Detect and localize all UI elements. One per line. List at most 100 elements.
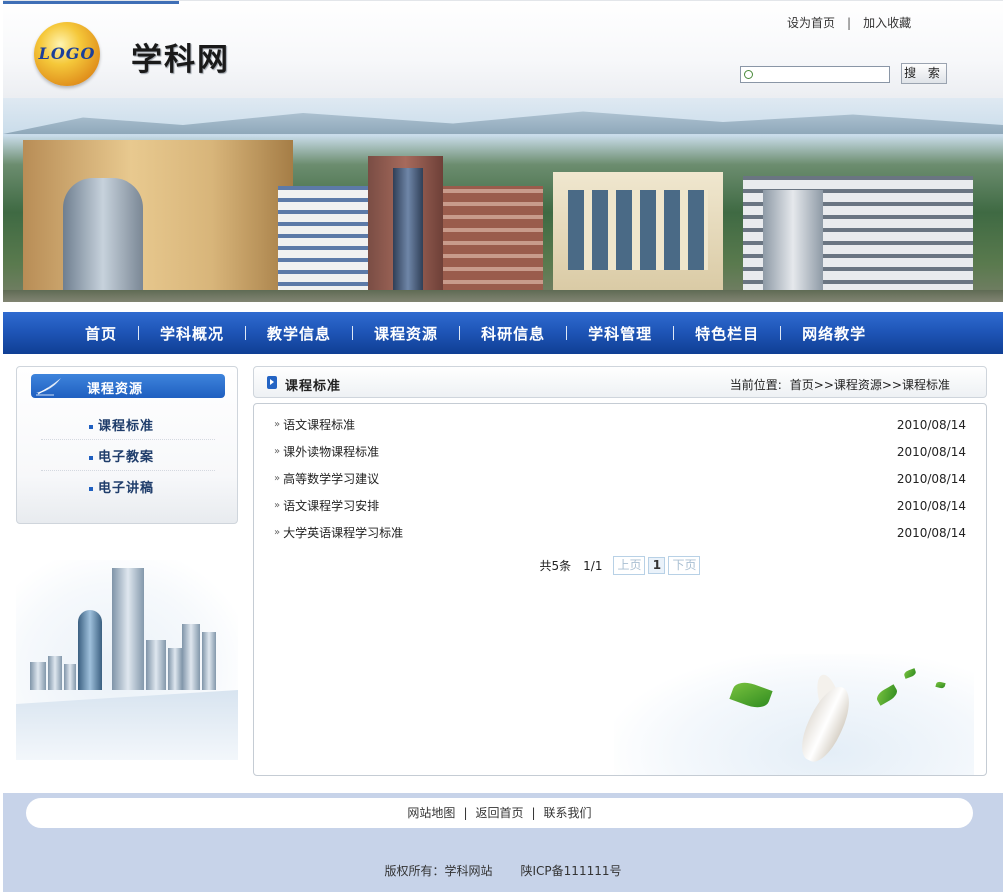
city-plaza <box>16 690 238 760</box>
pagination: 共5条 1/1 上页 1 下页 <box>254 556 986 575</box>
breadcrumb-label: 当前位置: <box>729 378 782 392</box>
bullet-icon <box>89 424 93 429</box>
list-item: » 大学英语课程学习标准 2010/08/14 <box>274 519 968 546</box>
nav-list: 首页 学科概况 教学信息 课程资源 科研信息 学科管理 特色栏目 网络教学 <box>64 312 887 354</box>
header: LOGO 学科网 设为首页 | 加入收藏 搜 索 <box>3 0 1003 98</box>
footer: 网站地图 | 返回首页 | 联系我们 版权所有：学科网站 陕ICP备111111号 <box>3 793 1003 892</box>
nav-item: 课程资源 <box>352 323 459 344</box>
sidebar-item-e-lesson-plans[interactable]: 电子教案 <box>41 440 215 471</box>
banner-bottom-edge <box>3 302 1003 306</box>
prev-page-button[interactable]: 上页 <box>613 556 646 575</box>
site-title: 学科网 <box>131 42 230 78</box>
sidebar-panel: 课程资源 课程标准 电子教案 电子讲稿 <box>16 366 238 524</box>
article-title-wrap: » 课外读物课程标准 <box>274 443 379 460</box>
footer-contact-link[interactable]: 联系我们 <box>544 806 592 820</box>
banner-building <box>763 190 823 306</box>
tower <box>78 610 102 690</box>
add-favorite-link[interactable]: 加入收藏 <box>863 16 911 30</box>
nav-item: 学科管理 <box>566 323 673 344</box>
list-item: » 高等数学学习建议 2010/08/14 <box>274 465 968 492</box>
site-logo[interactable]: LOGO <box>34 22 100 86</box>
article-title-wrap: » 大学英语课程学习标准 <box>274 524 403 541</box>
pagination-total: 共5条 <box>539 559 572 573</box>
leaf-icon <box>935 680 946 690</box>
leaf-icon <box>903 668 917 679</box>
main-nav: 首页 学科概况 教学信息 课程资源 科研信息 学科管理 特色栏目 网络教学 <box>3 312 1003 354</box>
sidebar-item-e-lectures[interactable]: 电子讲稿 <box>41 471 215 502</box>
content-box: » 语文课程标准 2010/08/14 » 课外读物课程标准 2010/08/14 … <box>253 403 987 776</box>
tower <box>64 664 76 690</box>
sidebar-item-label[interactable]: 课程标准 <box>98 415 154 434</box>
article-link[interactable]: 课外读物课程标准 <box>283 443 379 460</box>
article-list: » 语文课程标准 2010/08/14 » 课外读物课程标准 2010/08/14 … <box>274 411 968 546</box>
pagination-page: 1/1 <box>583 558 603 573</box>
article-link[interactable]: 大学英语课程学习标准 <box>283 524 403 541</box>
sidebar-list: 课程标准 电子教案 电子讲稿 <box>41 409 215 502</box>
leaf-icon <box>729 678 773 712</box>
banner-building <box>278 186 373 306</box>
nav-teaching-info[interactable]: 教学信息 <box>246 323 352 344</box>
footer-home-link[interactable]: 返回首页 <box>475 806 523 820</box>
set-homepage-link[interactable]: 设为首页 <box>787 16 835 30</box>
sidebar-item-course-standards[interactable]: 课程标准 <box>41 409 215 440</box>
banner-building <box>393 168 423 306</box>
arrow-box-icon <box>267 376 277 389</box>
nav-item: 学科概况 <box>138 323 245 344</box>
tower <box>112 568 144 690</box>
nav-course-resources[interactable]: 课程资源 <box>353 323 459 344</box>
banner-building <box>443 186 543 306</box>
search-input[interactable] <box>755 67 887 82</box>
article-date: 2010/08/14 <box>896 525 966 540</box>
bullet-icon <box>89 455 93 460</box>
banner-building <box>63 178 143 296</box>
article-link[interactable]: 高等数学学习建议 <box>283 470 379 487</box>
article-date: 2010/08/14 <box>896 417 966 432</box>
nav-research-info[interactable]: 科研信息 <box>460 323 566 344</box>
search-button[interactable]: 搜 索 <box>901 63 947 84</box>
top-links: 设为首页 | 加入收藏 <box>787 14 911 31</box>
tower <box>146 640 166 690</box>
footer-sitemap-link[interactable]: 网站地图 <box>407 806 455 820</box>
article-title-wrap: » 语文课程学习安排 <box>274 497 379 514</box>
sidebar-item-label[interactable]: 电子讲稿 <box>98 477 154 496</box>
header-accent-line <box>3 1 179 4</box>
next-page-button[interactable]: 下页 <box>668 556 701 575</box>
nav-home[interactable]: 首页 <box>64 323 138 344</box>
nav-item: 教学信息 <box>245 323 352 344</box>
banner-mountains <box>3 111 1003 134</box>
article-title-wrap: » 高等数学学习建议 <box>274 470 379 487</box>
icp-number: 陕ICP备111111号 <box>520 864 622 878</box>
article-link[interactable]: 语文课程标准 <box>283 416 355 433</box>
nav-item: 科研信息 <box>459 323 566 344</box>
double-chevron-icon: » <box>274 500 280 511</box>
article-date: 2010/08/14 <box>896 498 966 513</box>
current-page-button[interactable]: 1 <box>648 557 666 574</box>
double-chevron-icon: » <box>274 473 280 484</box>
nav-online-teaching[interactable]: 网络教学 <box>781 323 887 344</box>
article-title-wrap: » 语文课程标准 <box>274 416 355 433</box>
nav-featured[interactable]: 特色栏目 <box>674 323 780 344</box>
nav-discipline-management[interactable]: 学科管理 <box>567 323 673 344</box>
double-chevron-icon: » <box>274 527 280 538</box>
breadcrumb-path[interactable]: 首页>>课程资源>>课程标准 <box>790 378 950 392</box>
sidebar-item-label[interactable]: 电子教案 <box>98 446 154 465</box>
nav-overview[interactable]: 学科概况 <box>139 323 245 344</box>
campus-banner-image <box>3 98 1003 306</box>
search-field[interactable] <box>740 66 890 83</box>
article-date: 2010/08/14 <box>896 471 966 486</box>
tower <box>48 656 62 690</box>
top-link-separator: | <box>847 16 852 30</box>
quill-icon <box>36 378 61 396</box>
dove-illustration <box>614 654 974 775</box>
tower <box>202 632 216 690</box>
nav-item: 特色栏目 <box>673 323 780 344</box>
article-link[interactable]: 语文课程学习安排 <box>283 497 379 514</box>
tower <box>168 648 182 690</box>
nav-item: 网络教学 <box>780 323 887 344</box>
copyright: 版权所有：学科网站 陕ICP备111111号 <box>3 862 1003 879</box>
search-icon <box>744 70 753 79</box>
sidebar-header: 课程资源 <box>31 374 225 398</box>
leaf-icon <box>874 684 900 706</box>
list-item: » 语文课程学习安排 2010/08/14 <box>274 492 968 519</box>
footer-separator: | <box>531 806 536 820</box>
